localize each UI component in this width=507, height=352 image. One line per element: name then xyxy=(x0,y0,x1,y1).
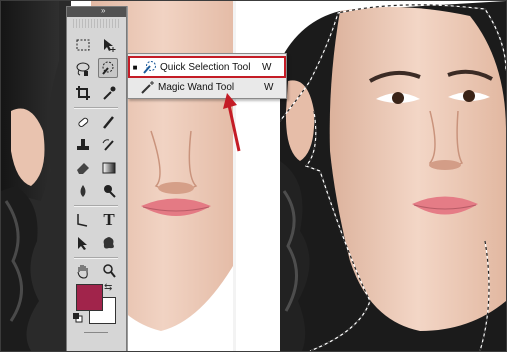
healing-brush-icon xyxy=(78,117,89,127)
clone-stamp-icon xyxy=(77,139,89,150)
gradient-tool[interactable] xyxy=(99,158,119,178)
canvas-after[interactable] xyxy=(280,1,506,351)
move-tool[interactable] xyxy=(99,35,119,55)
path-selection-icon xyxy=(78,237,87,250)
quick-selection-icon xyxy=(102,61,114,75)
blur-icon xyxy=(80,185,86,197)
brush-tool[interactable] xyxy=(99,112,119,132)
lasso-icon xyxy=(76,62,90,76)
quick-selection-icon xyxy=(143,61,156,74)
blur-tool[interactable] xyxy=(73,181,93,201)
crop-tool[interactable] xyxy=(73,83,93,103)
crop-icon xyxy=(76,86,90,100)
dodge-tool[interactable] xyxy=(99,181,119,201)
portrait-photo-selected xyxy=(280,1,506,351)
flyout-item-shortcut: W xyxy=(264,81,274,93)
selection-tools-flyout: ■ Quick Selection Tool W Magic Wand Tool… xyxy=(127,53,287,99)
foreground-color-swatch[interactable] xyxy=(76,284,103,311)
custom-shape-tool[interactable] xyxy=(99,233,119,253)
pen-tool[interactable] xyxy=(73,210,93,230)
collapse-panel-button[interactable]: » xyxy=(101,6,106,15)
brush-icon xyxy=(103,116,114,129)
rectangular-marquee-tool[interactable] xyxy=(73,35,93,55)
tools-separator xyxy=(74,107,118,109)
lasso-tool[interactable] xyxy=(73,59,93,79)
pen-icon xyxy=(77,214,88,227)
quick-selection-tool[interactable] xyxy=(98,58,118,78)
hand-icon xyxy=(77,265,88,279)
type-tool[interactable]: T xyxy=(99,210,119,230)
flyout-item-label: Quick Selection Tool xyxy=(160,61,251,73)
healing-brush-tool[interactable] xyxy=(73,112,93,132)
zoom-tool[interactable] xyxy=(99,261,119,281)
dodge-icon xyxy=(104,185,116,198)
flyout-item-shortcut: W xyxy=(262,61,272,73)
eyedropper-tool[interactable] xyxy=(99,83,119,103)
flyout-item-label: Magic Wand Tool xyxy=(158,81,235,93)
move-icon xyxy=(104,39,116,52)
magic-wand-icon xyxy=(141,81,154,94)
tools-panel: » T ⇆ xyxy=(66,6,127,351)
panel-grip[interactable] xyxy=(73,19,120,28)
selected-bullet-icon: ■ xyxy=(132,62,138,72)
rectangular-marquee-icon xyxy=(76,39,90,51)
clone-stamp-tool[interactable] xyxy=(73,135,93,155)
custom-shape-icon xyxy=(103,237,114,249)
default-colors-icon[interactable] xyxy=(73,313,83,323)
eraser-tool[interactable] xyxy=(73,158,93,178)
tools-separator xyxy=(74,257,118,259)
history-brush-tool[interactable] xyxy=(99,135,119,155)
type-icon: T xyxy=(103,210,115,229)
zoom-icon xyxy=(103,264,116,278)
flyout-item-magic-wand[interactable]: Magic Wand Tool W xyxy=(128,78,286,96)
eyedropper-icon xyxy=(103,86,116,100)
quick-mask-toggle[interactable] xyxy=(84,332,108,333)
app-window: » T ⇆ ■ Quick Selection Tool W Magic Wan… xyxy=(0,0,507,352)
hand-tool[interactable] xyxy=(73,261,93,281)
tools-separator xyxy=(74,205,118,207)
gradient-icon xyxy=(102,162,116,174)
flyout-item-quick-selection[interactable]: ■ Quick Selection Tool W xyxy=(128,56,286,78)
eraser-icon xyxy=(77,163,89,174)
path-selection-tool[interactable] xyxy=(73,233,93,253)
tools-panel-header[interactable]: » xyxy=(67,6,126,17)
history-brush-icon xyxy=(102,139,114,151)
swap-colors-icon[interactable]: ⇆ xyxy=(104,282,112,293)
